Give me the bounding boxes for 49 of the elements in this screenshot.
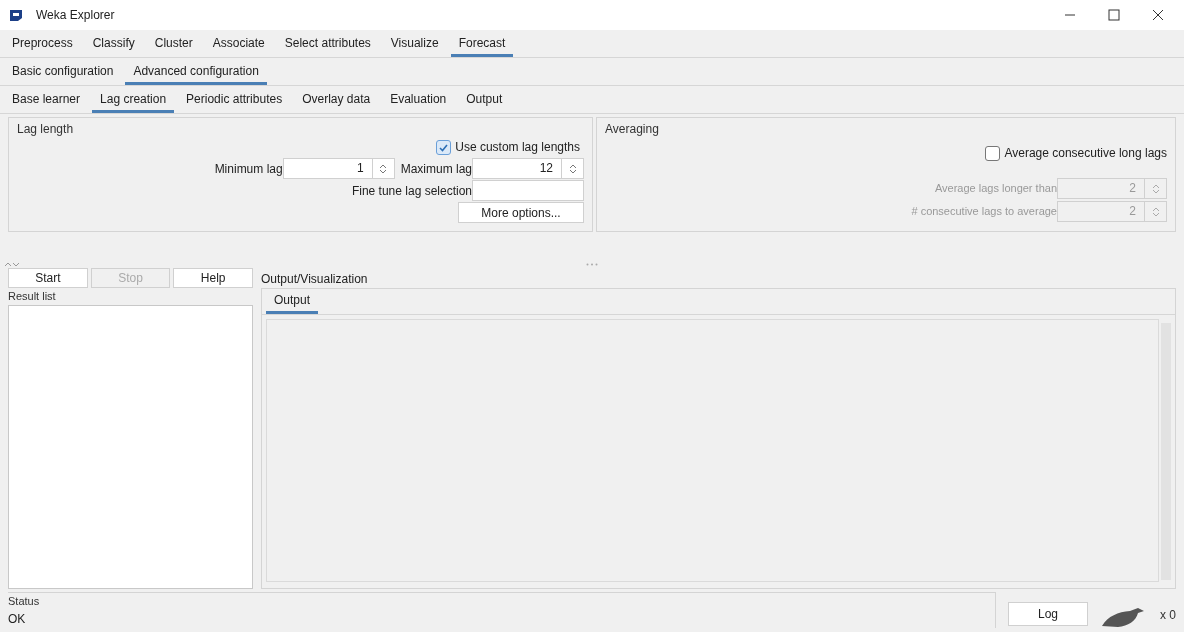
tab[interactable]: Select attributes xyxy=(276,31,379,57)
panel-title: Lag length xyxy=(17,121,75,138)
checkbox[interactable] xyxy=(985,145,1001,161)
spinner-arrows-icon xyxy=(567,162,578,175)
status-text: OK xyxy=(8,610,27,628)
list-title: Result list xyxy=(8,289,57,304)
tab[interactable]: Periodic attributes xyxy=(178,87,291,113)
tab[interactable]: Base learner xyxy=(4,87,89,113)
spinner-arrows-icon xyxy=(1150,205,1161,218)
field-label: Maximum lag xyxy=(400,160,472,178)
tab[interactable]: Lag creation xyxy=(92,87,175,113)
checkbox-label: Use custom lag lengths xyxy=(455,139,580,156)
action-button[interactable]: Start xyxy=(8,268,88,288)
divider-handle-icon[interactable] xyxy=(586,263,598,266)
field-label: Fine tune lag selection xyxy=(351,182,472,200)
tab[interactable]: Associate xyxy=(204,31,273,57)
field-label: Minimum lag xyxy=(214,160,283,178)
tab[interactable]: Advanced configuration xyxy=(125,59,267,85)
app-icon xyxy=(8,8,24,22)
log-button[interactable]: Log xyxy=(1008,602,1088,626)
spinner-arrows-icon xyxy=(378,162,389,175)
tab[interactable]: Evaluation xyxy=(382,87,455,113)
tab[interactable]: Output xyxy=(266,289,319,314)
tab[interactable]: Forecast xyxy=(450,31,514,57)
input-field[interactable] xyxy=(472,180,584,201)
number-spinner[interactable]: 1 xyxy=(282,158,395,179)
tab[interactable]: Overlay data xyxy=(294,87,379,113)
checkbox[interactable] xyxy=(436,139,452,155)
more-options-button[interactable]: More options... xyxy=(458,202,584,223)
tab[interactable]: Cluster xyxy=(146,31,201,57)
panel-title: Averaging xyxy=(605,121,660,138)
maximize-icon[interactable] xyxy=(1108,9,1120,21)
field-label: Average lags longer than xyxy=(934,181,1057,197)
tab[interactable]: Classify xyxy=(84,31,143,57)
window-title: Weka Explorer xyxy=(36,7,115,24)
collapse-arrows-icon[interactable] xyxy=(4,261,20,268)
tab[interactable]: Basic configuration xyxy=(4,59,122,85)
spinner-arrows-icon xyxy=(1150,182,1161,195)
tab[interactable]: Output xyxy=(458,87,511,113)
action-button[interactable]: Help xyxy=(173,268,253,288)
checkbox-label: Average consecutive long lags xyxy=(1004,145,1167,162)
tab[interactable]: Visualize xyxy=(382,31,447,57)
panel-title: Status xyxy=(8,594,41,609)
close-icon[interactable] xyxy=(1152,9,1164,21)
number-spinner[interactable]: 12 xyxy=(472,158,584,179)
task-count: x 0 xyxy=(1160,607,1176,624)
panel-title: Output/Visualization xyxy=(261,271,369,288)
field-label: # consecutive lags to average xyxy=(911,204,1057,220)
tab[interactable]: Preprocess xyxy=(4,31,81,57)
